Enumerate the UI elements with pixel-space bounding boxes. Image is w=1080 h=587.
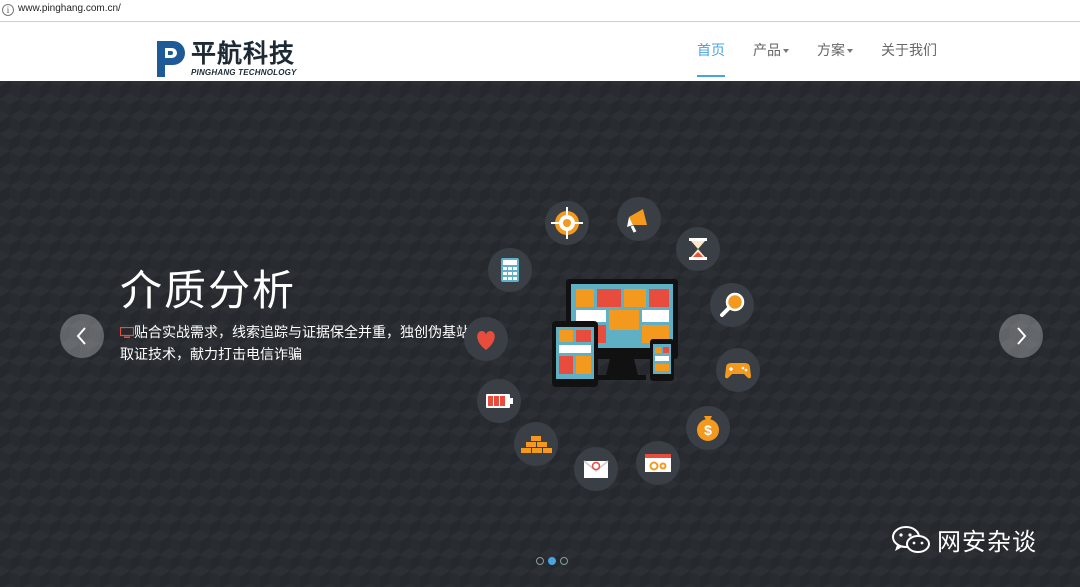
- megaphone-icon: [617, 197, 661, 241]
- nav-solutions-label: 方案: [817, 43, 845, 59]
- carousel-prev-button[interactable]: [60, 314, 104, 358]
- nav-home[interactable]: 首页: [683, 22, 739, 81]
- bricks-icon: [514, 422, 558, 466]
- heart-icon: [464, 317, 508, 361]
- url-field[interactable]: [14, 0, 1064, 20]
- nav-solutions[interactable]: 方案: [803, 22, 867, 81]
- carousel-indicators: [536, 557, 568, 565]
- wechat-icon: [892, 525, 930, 553]
- watermark: 网安杂谈: [891, 522, 1037, 557]
- url-text: www.pinghang.com.cn/: [18, 3, 121, 14]
- money-bag-icon: $: [686, 406, 730, 450]
- logo-subtitle: PINGHANG TECHNOLOGY: [191, 68, 297, 77]
- chevron-right-icon: [1017, 327, 1027, 345]
- carousel-dot-1[interactable]: [536, 557, 544, 565]
- carousel-dot-3[interactable]: [560, 557, 568, 565]
- nav-products-label: 产品: [753, 43, 781, 59]
- carousel-dot-2[interactable]: [548, 557, 556, 565]
- info-icon[interactable]: i: [2, 4, 14, 16]
- devices-illustration: [552, 279, 678, 387]
- browser-address-bar: i www.pinghang.com.cn/: [0, 0, 1080, 22]
- hero-description: 贴合实战需求，线索追踪与证据保全并重，独创伪基站取证技术，献力打击电信诈骗: [120, 322, 472, 366]
- nav-about[interactable]: 关于我们: [867, 22, 951, 81]
- target-icon: [545, 201, 589, 245]
- watermark-text: 网安杂谈: [937, 528, 1037, 556]
- main-nav: 首页 产品 方案 关于我们: [683, 22, 951, 81]
- site-logo[interactable]: 平航科技 PINGHANG TECHNOLOGY: [155, 39, 300, 83]
- calculator-icon: [488, 248, 532, 292]
- battery-icon: [477, 379, 521, 423]
- chevron-left-icon: [76, 327, 86, 345]
- logo-mark-icon: [157, 41, 185, 77]
- hero-title: 介质分析: [120, 266, 297, 315]
- hero-carousel: 介质分析 贴合实战需求，线索追踪与证据保全并重，独创伪基站取证技术，献力打击电信…: [0, 81, 1080, 587]
- magnifier-icon: [710, 283, 754, 327]
- nav-home-label: 首页: [697, 43, 725, 59]
- computer-icon: [120, 327, 134, 338]
- chevron-down-icon: [783, 49, 789, 53]
- gamepad-icon: [716, 348, 760, 392]
- logo-title: 平航科技: [191, 39, 296, 68]
- mail-icon: [574, 447, 618, 491]
- hourglass-icon: [676, 227, 720, 271]
- nav-products[interactable]: 产品: [739, 22, 803, 81]
- nav-about-label: 关于我们: [881, 43, 937, 59]
- chevron-down-icon: [847, 49, 853, 53]
- hero-description-text: 贴合实战需求，线索追踪与证据保全并重，独创伪基站取证技术，献力打击电信诈骗: [120, 325, 470, 363]
- carousel-next-button[interactable]: [999, 314, 1043, 358]
- svg-text:$: $: [704, 422, 712, 438]
- settings-window-icon: [636, 441, 680, 485]
